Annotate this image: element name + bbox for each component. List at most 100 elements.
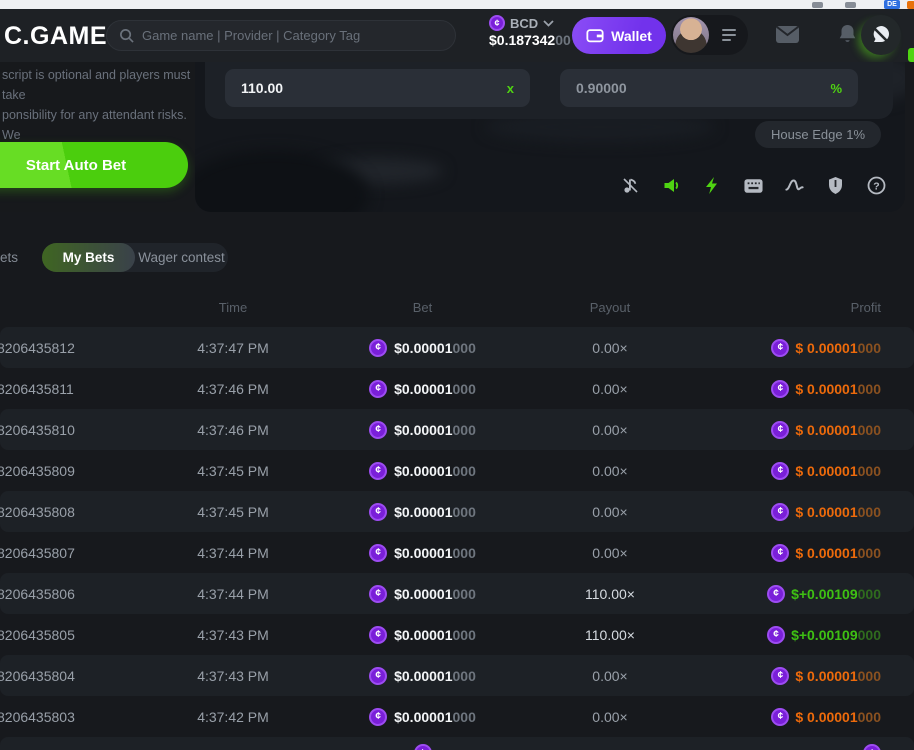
side-tab-fragment[interactable]: [908, 48, 914, 62]
notifications-bell-icon[interactable]: [838, 24, 857, 45]
bcd-coin-icon: ¢: [771, 708, 789, 726]
browser-extension-de-badge[interactable]: DE: [884, 0, 900, 9]
bet-profit: ¢$ 0.00001000: [651, 655, 881, 696]
bcd-coin-icon: ¢: [369, 626, 387, 644]
table-row[interactable]: 82064358114:37:46 PM¢$0.000010000.00×¢$ …: [0, 368, 914, 409]
payout-input[interactable]: [241, 80, 441, 96]
bcd-coin-icon: ¢: [414, 744, 432, 750]
bet-time: 4:37:46 PM: [153, 409, 313, 450]
bcd-coin-icon: ¢: [767, 585, 785, 603]
chat-toggle-button[interactable]: [861, 15, 901, 55]
bet-profit: ¢$ 0.00001000: [651, 696, 881, 737]
bet-amount: ¢$0.00001000: [330, 532, 515, 573]
messages-icon[interactable]: [776, 26, 799, 43]
browser-extension-icon[interactable]: [812, 2, 823, 8]
table-row-partial: ¢¢: [0, 737, 914, 750]
bcd-coin-icon: ¢: [369, 421, 387, 439]
browser-extension-icon[interactable]: [907, 1, 914, 9]
tab-group: My Bets Wager contest: [42, 243, 228, 272]
wallet-icon: [586, 28, 604, 43]
bet-time: 4:37:44 PM: [153, 532, 313, 573]
tab-wager-contest[interactable]: Wager contest: [135, 243, 228, 272]
win-chance-input[interactable]: [576, 80, 776, 96]
bet-id: 8206435806: [0, 573, 127, 614]
bcd-coin-icon: ¢: [771, 544, 789, 562]
hotkeys-keyboard-icon[interactable]: [744, 176, 763, 195]
page: DE C.GAME ¢ BCD $0.18734200 W: [0, 0, 914, 750]
help-icon[interactable]: ?: [867, 176, 886, 195]
bet-id: 8206435809: [0, 450, 127, 491]
table-row[interactable]: 82064358044:37:43 PM¢$0.000010000.00×¢$ …: [0, 655, 914, 696]
game-panel: x % House Edge 1%: [195, 62, 905, 212]
live-stats-icon[interactable]: [785, 176, 804, 195]
bet-id: 8206435804: [0, 655, 127, 696]
bcd-coin-icon: ¢: [771, 380, 789, 398]
win-chance-field[interactable]: %: [560, 69, 858, 107]
bets-tabs: ets My Bets Wager contest: [0, 243, 914, 272]
bcd-coin-icon: ¢: [369, 339, 387, 357]
bcd-coin-icon: ¢: [771, 339, 789, 357]
search-icon: [119, 28, 134, 43]
menu-list-icon: [722, 29, 738, 41]
payout-field[interactable]: x: [225, 69, 530, 107]
start-auto-bet-button[interactable]: Start Auto Bet: [0, 142, 188, 188]
turbo-bet-icon[interactable]: [703, 176, 722, 195]
bcd-coin-icon: ¢: [771, 667, 789, 685]
tab-my-bets[interactable]: My Bets: [42, 243, 135, 272]
table-row[interactable]: 82064358074:37:44 PM¢$0.000010000.00×¢$ …: [0, 532, 914, 573]
bet-amount: ¢$0.00001000: [330, 491, 515, 532]
sound-on-icon[interactable]: [662, 176, 681, 195]
browser-extension-icon[interactable]: [845, 2, 856, 8]
table-row[interactable]: 82064358054:37:43 PM¢$0.00001000110.00×¢…: [0, 614, 914, 655]
bet-amount: ¢$0.00001000: [330, 614, 515, 655]
bet-id: 8206435810: [0, 409, 127, 450]
avatar[interactable]: [673, 17, 709, 53]
search-input[interactable]: [142, 28, 443, 43]
tab-all-bets-partial[interactable]: ets: [0, 243, 18, 272]
search-bar[interactable]: [106, 20, 456, 51]
bet-profit: ¢$+0.00109000: [651, 573, 881, 614]
bet-profit: ¢$+0.00109000: [651, 614, 881, 655]
bcd-coin-icon: ¢: [863, 744, 881, 750]
table-row[interactable]: 82064358084:37:45 PM¢$0.000010000.00×¢$ …: [0, 491, 914, 532]
bet-time: 4:37:42 PM: [153, 696, 313, 737]
bet-profit: ¢$ 0.00001000: [651, 368, 881, 409]
game-toolbar: ?: [621, 176, 886, 195]
bcd-coin-icon: ¢: [489, 15, 505, 31]
bet-amount: ¢$0.00001000: [330, 327, 515, 368]
bet-amount: ¢$0.00001000: [330, 450, 515, 491]
chevron-down-icon: [543, 20, 554, 27]
bet-inputs-panel: x %: [205, 62, 893, 119]
bcd-coin-icon: ¢: [771, 462, 789, 480]
user-menu[interactable]: [671, 15, 748, 55]
bet-id: 8206435807: [0, 532, 127, 573]
bcd-coin-icon: ¢: [369, 708, 387, 726]
chat-muted-icon: [870, 24, 892, 46]
fairness-shield-icon[interactable]: [826, 176, 845, 195]
bcd-coin-icon: ¢: [767, 626, 785, 644]
site-logo[interactable]: C.GAME: [4, 22, 107, 51]
table-row[interactable]: 82064358124:37:47 PM¢$0.000010000.00×¢$ …: [0, 327, 914, 368]
currency-selector[interactable]: ¢ BCD $0.18734200: [489, 15, 571, 48]
header-bet: Bet: [330, 293, 515, 321]
bcd-coin-icon: ¢: [369, 667, 387, 685]
table-row[interactable]: 82064358034:37:42 PM¢$0.000010000.00×¢$ …: [0, 696, 914, 737]
bet-id: 8206435808: [0, 491, 127, 532]
music-off-icon[interactable]: [621, 176, 640, 195]
table-row[interactable]: 82064358104:37:46 PM¢$0.000010000.00×¢$ …: [0, 409, 914, 450]
bet-amount: ¢$0.00001000: [330, 696, 515, 737]
currency-code: BCD: [510, 16, 538, 31]
header-profit: Profit: [651, 293, 881, 321]
bet-amount: ¢$0.00001000: [330, 655, 515, 696]
wallet-button[interactable]: Wallet: [572, 17, 666, 54]
table-row[interactable]: 82064358064:37:44 PM¢$0.00001000110.00×¢…: [0, 573, 914, 614]
bet-id: 8206435803: [0, 696, 127, 737]
bet-time: 4:37:46 PM: [153, 368, 313, 409]
bcd-coin-icon: ¢: [369, 503, 387, 521]
bet-profit: ¢$ 0.00001000: [651, 450, 881, 491]
table-row[interactable]: 82064358094:37:45 PM¢$0.000010000.00×¢$ …: [0, 450, 914, 491]
bcd-coin-icon: ¢: [369, 380, 387, 398]
bets-table-header: Time Bet Payout Profit: [0, 293, 914, 321]
bet-profit: ¢$ 0.00001000: [651, 327, 881, 368]
bcd-coin-icon: ¢: [369, 585, 387, 603]
